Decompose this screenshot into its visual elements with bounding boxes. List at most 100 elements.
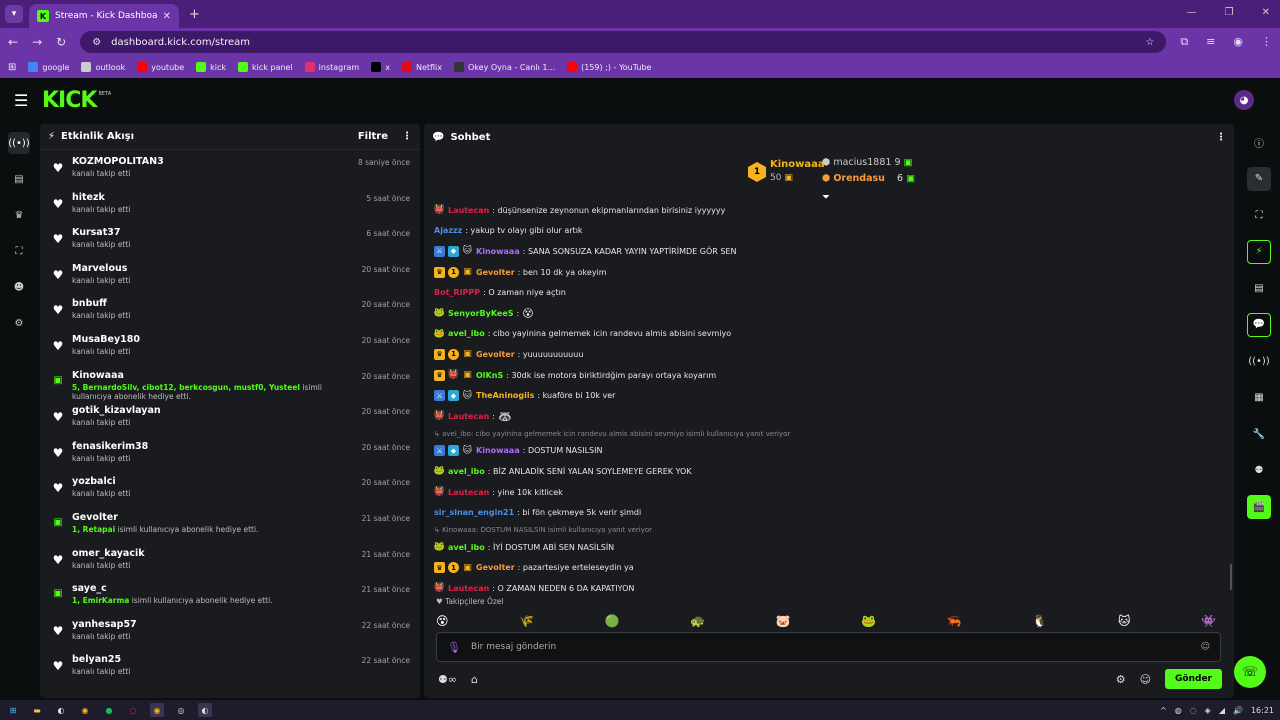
tab-search-button[interactable]: ▾: [5, 5, 23, 23]
support-chat-button[interactable]: ☏: [1234, 656, 1266, 688]
send-button[interactable]: Gönder: [1165, 669, 1222, 689]
emote-icon[interactable]: 👾: [1201, 614, 1216, 628]
new-tab-button[interactable]: +: [189, 7, 200, 22]
fullscreen-icon[interactable]: ⛶: [1247, 203, 1271, 227]
emote-icon[interactable]: 🐸: [861, 614, 876, 628]
chat-message[interactable]: 🐸 avel_ibo: İYİ DOSTUM ABİ SEN NASİLSİN: [434, 537, 1214, 558]
chat-settings-icon[interactable]: ⚙: [1116, 673, 1126, 686]
chat-username[interactable]: avel_ibo: [448, 467, 485, 476]
emote-icon[interactable]: 🟢: [605, 614, 620, 628]
chat-username[interactable]: avel_ibo: [448, 329, 485, 338]
chat-message[interactable]: 👹 Lautecan: O ZAMAN NEDEN 6 DA KAPATIYON: [434, 578, 1214, 599]
windows-start-icon[interactable]: ⊞: [6, 703, 20, 717]
emote-icon[interactable]: 🌾: [519, 614, 534, 628]
moderation-icon[interactable]: ⛶: [8, 240, 30, 262]
chat-username[interactable]: Lautecan: [448, 412, 489, 421]
activity-username[interactable]: yozbalci: [72, 476, 362, 487]
volume-icon[interactable]: 🔊: [1233, 706, 1243, 715]
chat-message[interactable]: 🐸 SenyorByKeeS: 😵: [434, 303, 1214, 324]
activity-item[interactable]: ♥ belyan25 kanalı takip etti 22 saat önce: [40, 652, 420, 688]
activity-username[interactable]: Marvelous: [72, 263, 362, 274]
reload-icon[interactable]: ↻: [56, 35, 66, 49]
broadcast-icon[interactable]: ((•)): [1247, 349, 1271, 373]
chat-username[interactable]: SenyorByKeeS: [448, 309, 514, 318]
kick-logo[interactable]: KICK: [42, 88, 97, 113]
emote-icon[interactable]: 😵: [436, 614, 449, 628]
minimize-icon[interactable]: —: [1187, 7, 1197, 18]
chat-message[interactable]: 🐸 avel_ibo: BİZ ANLADİK SENİ YALAN SOYLEM…: [434, 461, 1214, 482]
chat-options-icon[interactable]: ⋮: [1216, 132, 1226, 143]
chat-message[interactable]: Bot_RIPPP: O zaman niye açtın: [434, 282, 1214, 303]
chat-message-input[interactable]: 🎙 Bir mesaj gönderin ☺: [436, 632, 1221, 662]
chat-username[interactable]: TheAninogiis: [476, 391, 534, 400]
steam-icon[interactable]: ◐: [54, 703, 68, 717]
chrome-icon[interactable]: ◉: [78, 703, 92, 717]
store-icon[interactable]: ⌂: [471, 673, 478, 686]
chat-message[interactable]: ♛ 👹 ▣ OlKnS: 30dk ise motora biriktirdğim p…: [434, 365, 1214, 386]
activity-username[interactable]: MusaBey180: [72, 334, 362, 345]
chat-message[interactable]: ⚔ ◆ 🐱 TheAninogiis: kuaföre bi 10k ver: [434, 385, 1214, 406]
activity-username[interactable]: Kursat37: [72, 227, 366, 238]
activity-item[interactable]: ♥ omer_kayacik kanalı takip etti 21 saat ön…: [40, 546, 420, 582]
activity-item[interactable]: ♥ yozbalci kanalı takip etti 20 saat önce: [40, 474, 420, 510]
address-text[interactable]: dashboard.kick.com/stream: [111, 37, 1135, 48]
activity-username[interactable]: omer_kayacik: [72, 548, 362, 559]
bookmark-item[interactable]: google: [28, 62, 69, 72]
back-icon[interactable]: ←: [8, 35, 18, 49]
restore-icon[interactable]: ❐: [1225, 7, 1234, 18]
edit-icon[interactable]: ✎: [1247, 166, 1271, 191]
spotify-icon[interactable]: ●: [102, 703, 116, 717]
chat-message[interactable]: 👹 Lautecan: yine 10k kitlicek: [434, 482, 1214, 503]
bot-icon[interactable]: ☺: [1140, 673, 1151, 686]
chat-username[interactable]: Gevolter: [476, 268, 515, 277]
bookmark-item[interactable]: Netflix: [401, 62, 442, 72]
activity-username[interactable]: saye_c: [72, 583, 362, 594]
chat-username[interactable]: Bot_RIPPP: [434, 288, 480, 297]
chat-message[interactable]: 👹 Lautecan: 🦝: [434, 406, 1214, 427]
emote-icon[interactable]: 🐷: [776, 614, 791, 628]
close-tab-icon[interactable]: ✕: [163, 11, 171, 22]
activity-item[interactable]: ♥ yanhesap57 kanalı takip etti 22 saat önce: [40, 617, 420, 653]
chat-message[interactable]: ♛ 1 ▣ Gevolter: pazartesiye erteleseydin ya: [434, 558, 1214, 579]
clock[interactable]: 16:21: [1251, 706, 1274, 715]
activity-item[interactable]: ♥ fenasikerim38 kanalı takip etti 20 saat ö…: [40, 439, 420, 475]
profile-icon[interactable]: ◉: [1233, 35, 1243, 49]
chat-scrollbar[interactable]: [1230, 564, 1232, 590]
menu-icon[interactable]: ☰: [14, 91, 40, 110]
chat-message[interactable]: Ajazzz: yakup tv olayı gibi olur artık: [434, 221, 1214, 242]
chat-username[interactable]: Gevolter: [476, 350, 515, 359]
activity-item[interactable]: ♥ MusaBey180 kanalı takip etti 20 saat önce: [40, 332, 420, 368]
activity-item[interactable]: ♥ KOZMOPOLITAN3 kanalı takip etti 8 saniye …: [40, 154, 420, 190]
layers-icon[interactable]: ▦: [1247, 386, 1271, 410]
chat-message[interactable]: sir_sinan_engin21: bi fön çekmeye 5k ver…: [434, 502, 1214, 523]
chat-username[interactable]: Gevolter: [476, 563, 515, 572]
chat-username[interactable]: Lautecan: [448, 206, 489, 215]
bookmark-item[interactable]: instagram: [304, 62, 359, 72]
share-icon[interactable]: ⚉: [1247, 459, 1271, 483]
community-icon[interactable]: ☻: [8, 276, 30, 298]
close-window-icon[interactable]: ✕: [1262, 7, 1270, 18]
tray-app-icon[interactable]: ◌: [1190, 706, 1197, 715]
activity-toggle-icon[interactable]: ⚡: [1247, 239, 1271, 264]
chat-username[interactable]: Lautecan: [448, 584, 489, 593]
chat-username[interactable]: Lautecan: [448, 488, 489, 497]
chat-message[interactable]: 👹 Lautecan: düşünsenize zeynonun ekipmanl…: [434, 200, 1214, 221]
activity-item[interactable]: ♥ Kursat37 kanalı takip etti 6 saat önce: [40, 225, 420, 261]
activity-item[interactable]: ♥ Marvelous kanalı takip etti 20 saat önce: [40, 261, 420, 297]
chat-username[interactable]: Ajazzz: [434, 226, 462, 235]
chat-message[interactable]: 🐸 avel_ibo: cibo yayinina gelmemek icin r…: [434, 324, 1214, 345]
microphone-icon[interactable]: 🎙: [447, 641, 461, 654]
settings-icon[interactable]: ⚙: [8, 312, 30, 334]
activity-item[interactable]: ♥ bnbuff kanalı takip etti 20 saat önce: [40, 296, 420, 332]
bookmark-item[interactable]: kick panel: [238, 62, 293, 72]
bookmark-item[interactable]: kick: [196, 62, 226, 72]
browser-menu-icon[interactable]: ⋮: [1261, 35, 1272, 49]
browser-tab[interactable]: K Stream - Kick Dashboard ✕: [29, 4, 179, 28]
chat-message[interactable]: ♛ 1 ▣ Gevolter: yuuuuuuuuuuu: [434, 344, 1214, 365]
network-icon[interactable]: ◢: [1219, 706, 1225, 715]
more-options-icon[interactable]: ⋮: [402, 131, 412, 142]
wrench-icon[interactable]: 🔧: [1247, 422, 1271, 446]
bookmark-star-icon[interactable]: ☆: [1145, 37, 1154, 48]
leader-first-name[interactable]: Kinowaaa: [770, 159, 825, 170]
points-icon[interactable]: ⚉∞: [438, 673, 457, 686]
